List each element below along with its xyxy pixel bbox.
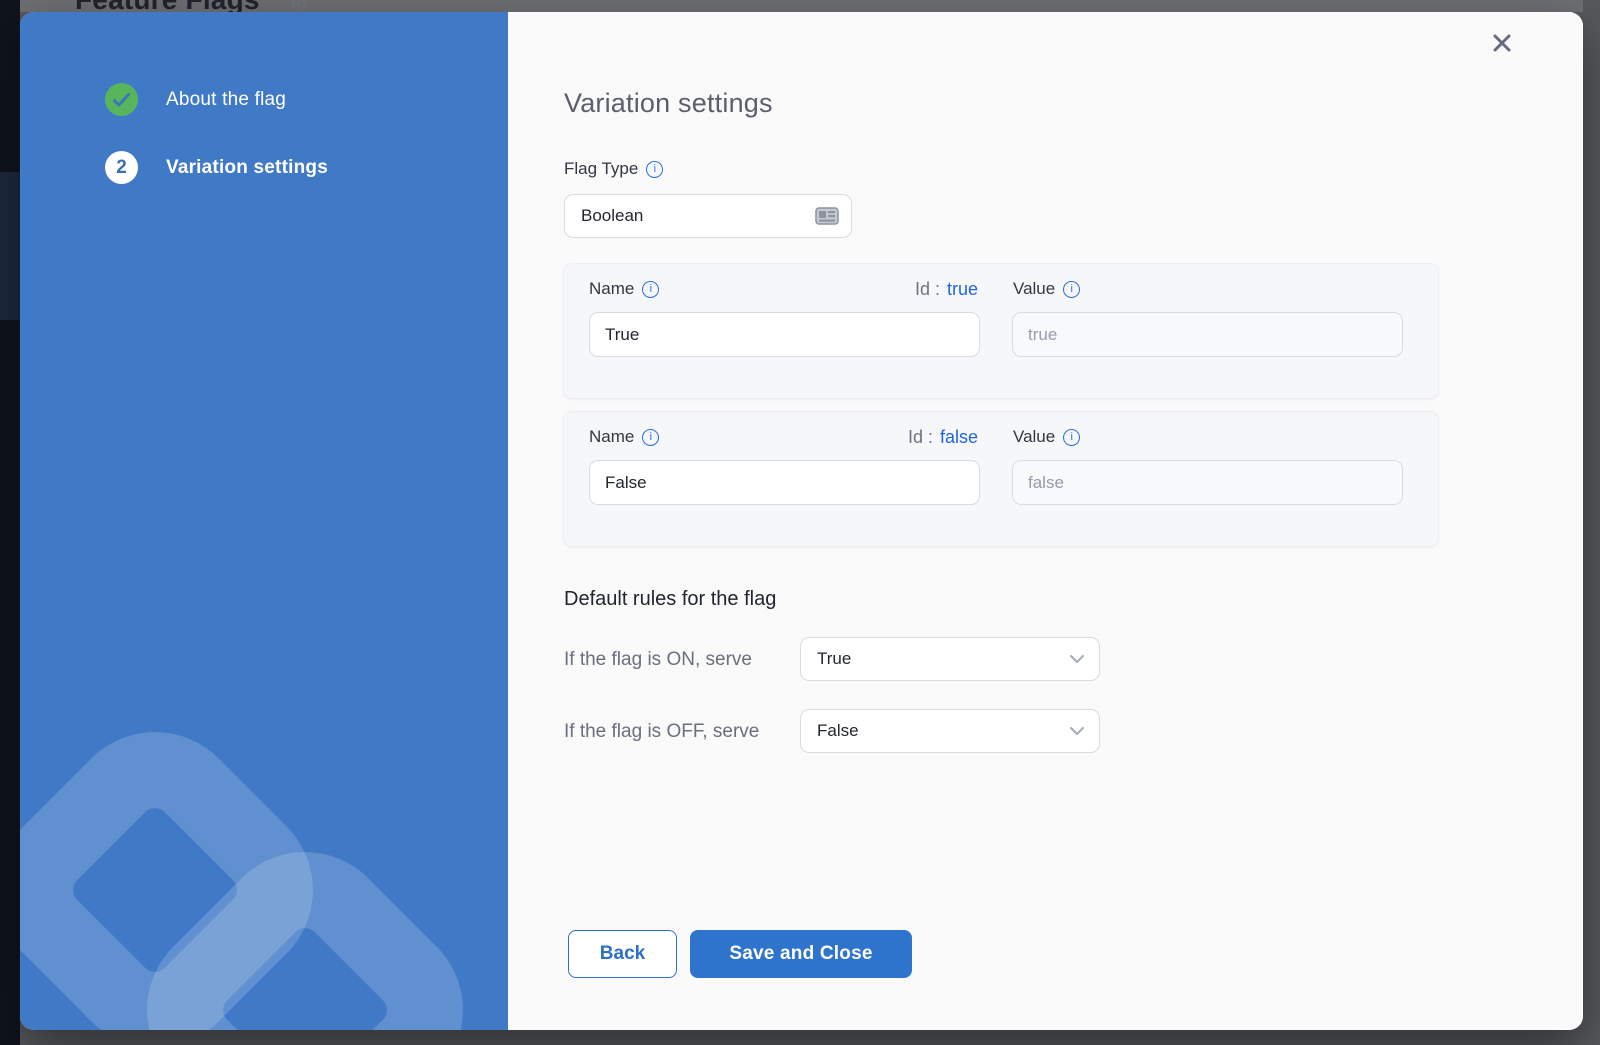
flag-off-serve-select[interactable]: False [800, 709, 1100, 753]
flag-on-label: If the flag is ON, serve [564, 649, 752, 671]
id-value: true [947, 279, 978, 300]
name-label: Name [589, 279, 634, 299]
default-rules-heading: Default rules for the flag [564, 588, 776, 611]
chevron-down-icon [1069, 726, 1085, 736]
page-header-strip: Feature Flags i [20, 0, 1583, 12]
variation-settings-panel: Variation settings Flag Type i Boolean N… [508, 12, 1583, 1030]
id-label: Id : [908, 427, 933, 448]
info-icon[interactable]: i [642, 281, 659, 298]
flag-off-label: If the flag is OFF, serve [564, 721, 759, 743]
value-label: Value [1013, 279, 1055, 299]
step-label: About the flag [166, 89, 286, 111]
info-icon[interactable]: i [646, 161, 663, 178]
flag-wizard-modal: About the flag 2 Variation settings Vari… [20, 12, 1583, 1030]
name-label-row: Name i [589, 427, 659, 447]
check-circle-icon [105, 83, 138, 116]
page-nav-active-item [0, 172, 20, 320]
info-icon: i [292, 0, 305, 11]
id-value: false [940, 427, 978, 448]
variation-name-input[interactable] [589, 460, 980, 505]
step-about-the-flag[interactable]: About the flag [105, 83, 286, 116]
variation-id: Id : true [915, 279, 978, 300]
page-left-nav [0, 0, 20, 1045]
value-label-row: Value i [1013, 427, 1080, 447]
flag-type-value: Boolean [581, 206, 815, 226]
close-button[interactable] [1484, 25, 1520, 61]
value-label: Value [1013, 427, 1055, 447]
back-button[interactable]: Back [568, 930, 677, 978]
step-label: Variation settings [166, 157, 328, 179]
flag-on-serve-select[interactable]: True [800, 637, 1100, 681]
flag-type-label-row: Flag Type i [564, 159, 663, 179]
variation-name-input[interactable] [589, 312, 980, 357]
chevron-down-icon [1069, 654, 1085, 664]
flag-type-list-icon [815, 206, 839, 226]
variation-id: Id : false [908, 427, 978, 448]
step-number-badge: 2 [105, 151, 138, 184]
flag-type-select[interactable]: Boolean [564, 194, 852, 238]
flag-on-serve-value: True [817, 649, 1069, 669]
name-label: Name [589, 427, 634, 447]
id-label: Id : [915, 279, 940, 300]
value-label-row: Value i [1013, 279, 1080, 299]
close-icon [1491, 32, 1513, 54]
info-icon[interactable]: i [1063, 429, 1080, 446]
flag-type-label: Flag Type [564, 159, 638, 179]
step-variation-settings[interactable]: 2 Variation settings [105, 151, 328, 184]
variation-card-true: Name i Id : true Value i [563, 263, 1439, 399]
variation-value-input[interactable] [1012, 460, 1403, 505]
wizard-sidebar: About the flag 2 Variation settings [20, 12, 508, 1030]
page-title: Feature Flags [75, 0, 260, 12]
name-label-row: Name i [589, 279, 659, 299]
variation-card-false: Name i Id : false Value i [563, 411, 1439, 547]
info-icon[interactable]: i [642, 429, 659, 446]
info-icon[interactable]: i [1063, 281, 1080, 298]
flag-off-serve-value: False [817, 721, 1069, 741]
save-and-close-button[interactable]: Save and Close [690, 930, 912, 978]
panel-heading: Variation settings [564, 88, 773, 119]
variation-value-input[interactable] [1012, 312, 1403, 357]
